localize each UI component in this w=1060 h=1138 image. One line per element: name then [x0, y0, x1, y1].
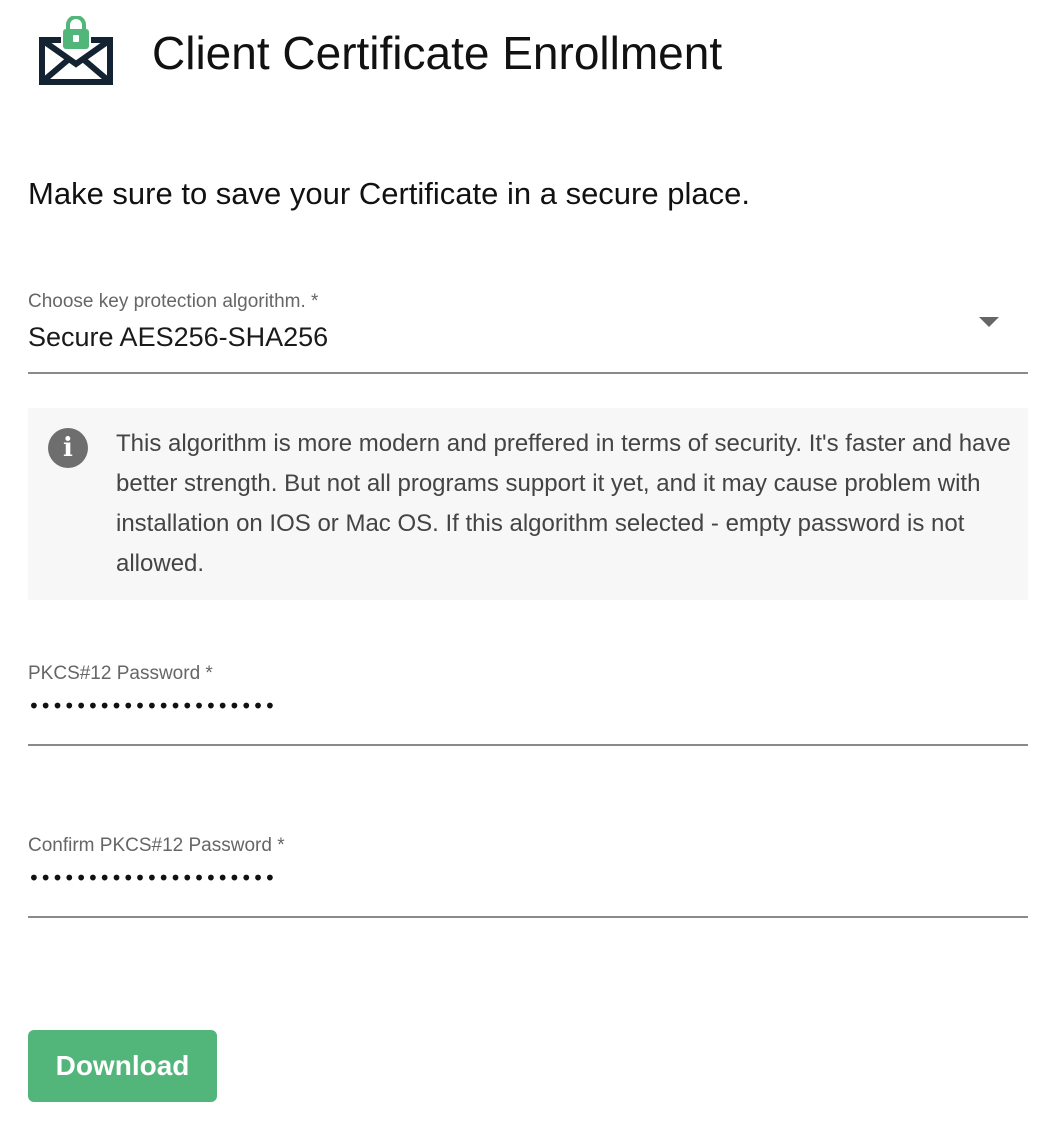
info-text: This algorithm is more modern and preffe…	[116, 430, 1011, 577]
algorithm-info-box: i This algorithm is more modern and pref…	[28, 408, 1028, 600]
key-algorithm-select[interactable]: Choose key protection algorithm. * Secur…	[28, 288, 1028, 374]
download-button[interactable]: Download	[28, 1030, 217, 1102]
password-input[interactable]	[28, 686, 1028, 726]
info-icon: i	[48, 428, 88, 468]
dropdown-arrow-icon[interactable]	[979, 317, 999, 327]
key-algorithm-label: Choose key protection algorithm. *	[28, 291, 319, 312]
password-label: PKCS#12 Password *	[28, 663, 213, 684]
password-field: PKCS#12 Password *	[28, 662, 1028, 746]
page-title: Client Certificate Enrollment	[152, 27, 723, 79]
page-header	[38, 10, 114, 92]
envelope-lock-icon	[39, 16, 113, 85]
confirm-password-label: Confirm PKCS#12 Password *	[28, 835, 285, 856]
confirm-password-input[interactable]	[28, 858, 1028, 898]
key-algorithm-value[interactable]: Secure AES256-SHA256	[28, 320, 328, 354]
confirm-password-field: Confirm PKCS#12 Password *	[28, 834, 1028, 918]
page-subtitle: Make sure to save your Certificate in a …	[28, 176, 750, 211]
